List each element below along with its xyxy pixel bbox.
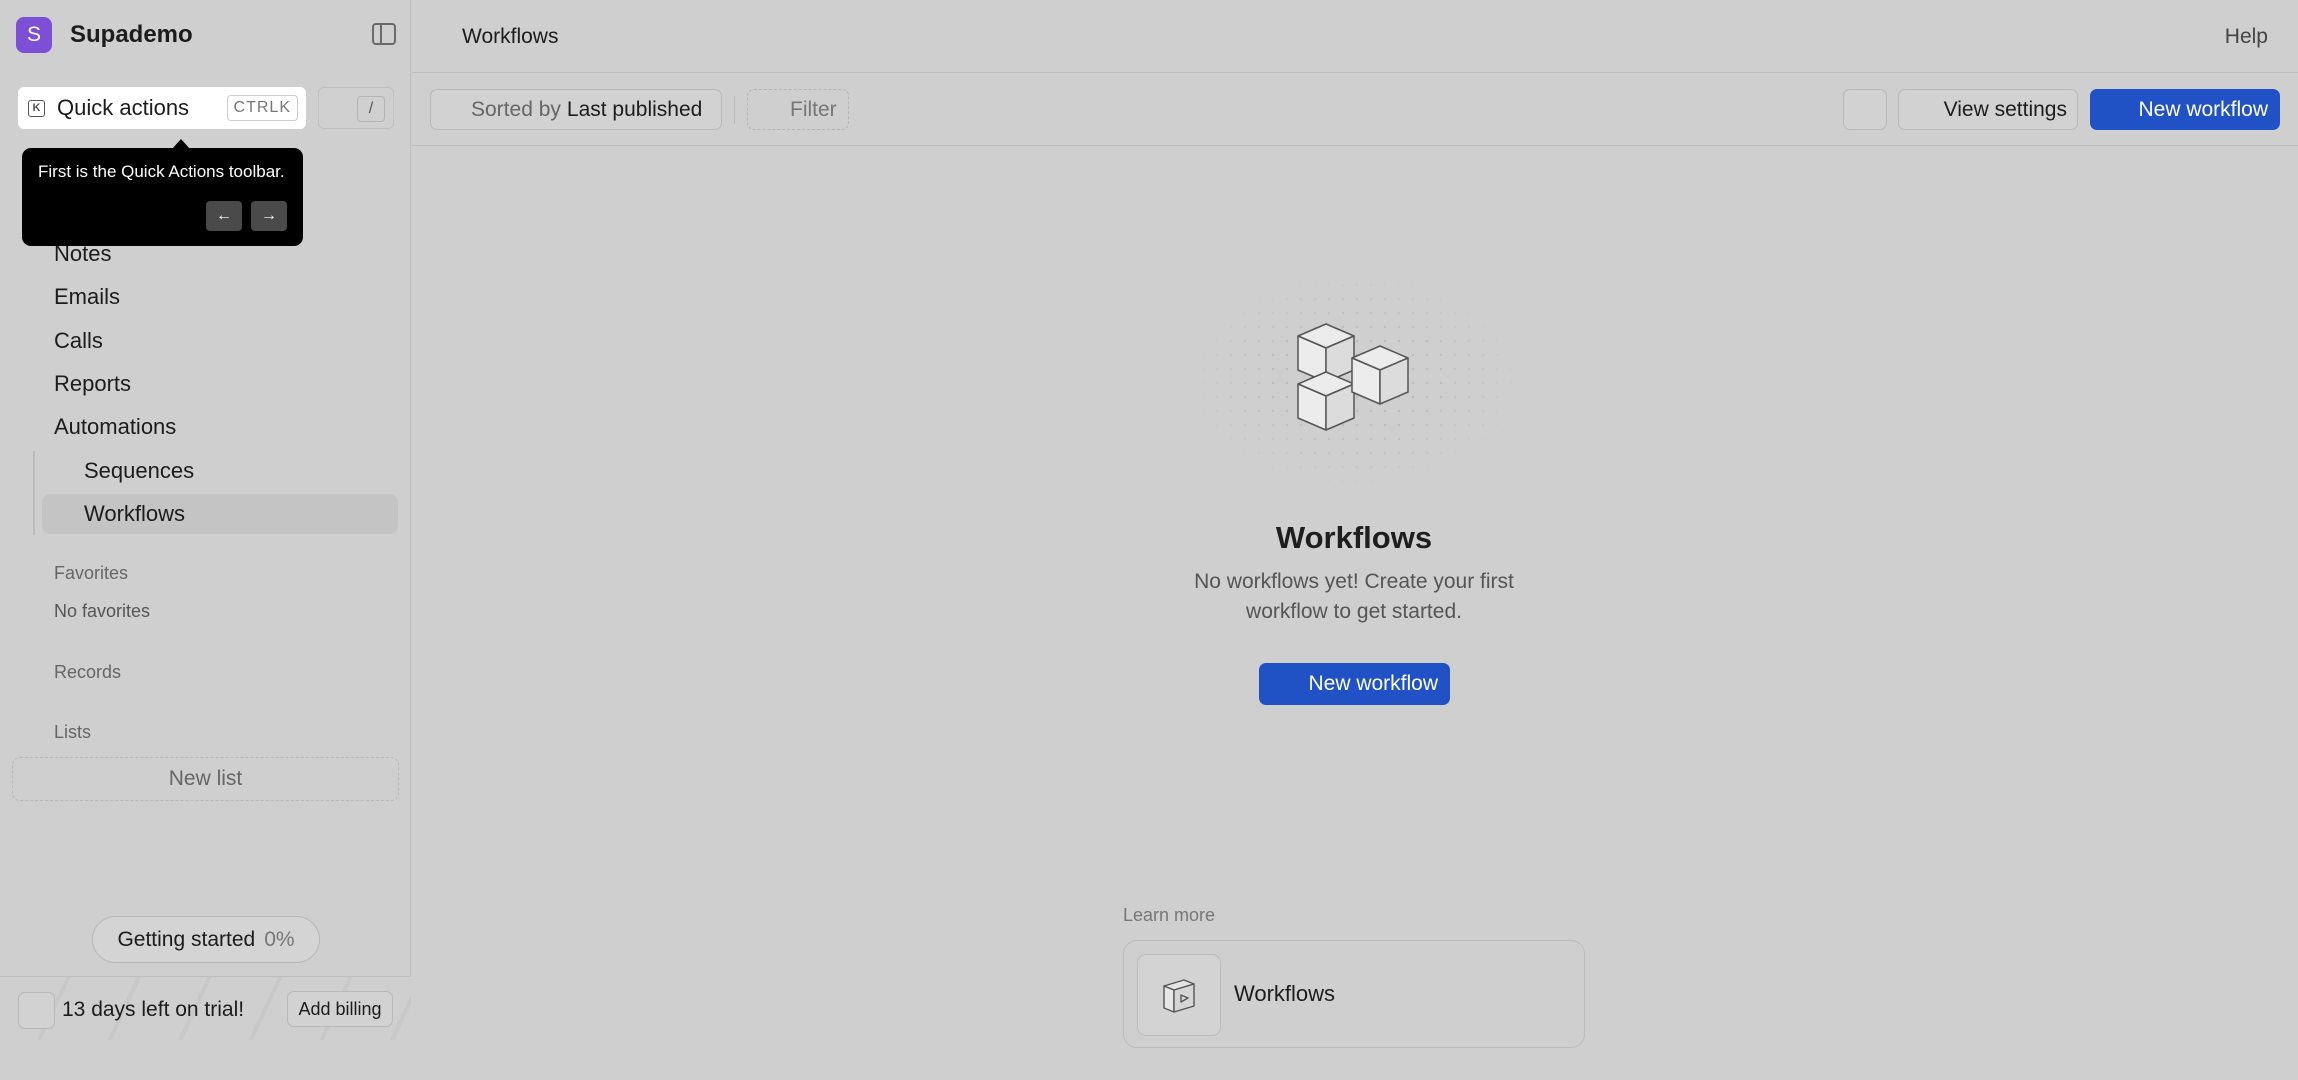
onboarding-tooltip: First is the Quick Actions toolbar. ← → (22, 139, 303, 246)
sort-value: Last published (566, 97, 703, 121)
quick-actions-button[interactable]: K Quick actions CTRLK (18, 87, 306, 129)
trial-banner: 13 days left on trial! Add billing (0, 976, 411, 1040)
empty-state-description: No workflows yet! Create your first work… (1194, 570, 1514, 623)
new-workflow-button[interactable]: New workflow (2090, 89, 2280, 130)
filter-button[interactable]: Filter (747, 89, 849, 130)
workspace-name: Supademo (70, 21, 193, 48)
toolbar-divider (734, 96, 735, 124)
workspace-logo: S (16, 17, 52, 53)
learn-more-card[interactable]: Workflows (1123, 940, 1585, 1048)
add-billing-button[interactable]: Add billing (287, 991, 393, 1027)
nav-item-sequences[interactable]: Sequences (84, 458, 194, 484)
workflow-doc-icon (1137, 954, 1221, 1036)
lists-heading[interactable]: Lists (54, 722, 91, 743)
tooltip-text: First is the Quick Actions toolbar. (38, 162, 285, 181)
nav-item-emails[interactable]: Emails (54, 284, 120, 310)
workspace-switcher[interactable]: S Supademo (16, 17, 396, 53)
slash-key: / (357, 96, 385, 122)
favorites-heading: Favorites (54, 563, 129, 583)
nav-item-reports[interactable]: Reports (54, 371, 131, 397)
getting-started-label: Getting started (117, 927, 256, 951)
sort-button[interactable]: Sorted by Last published (430, 89, 722, 130)
view-settings-button[interactable]: View settings (1898, 89, 2078, 130)
cubes-icon (1297, 323, 1409, 431)
sidebar-toggle-icon[interactable] (372, 23, 396, 45)
nav-item-calls[interactable]: Calls (54, 328, 103, 354)
tooltip-next-button[interactable]: → (251, 201, 287, 231)
trial-icon (18, 992, 55, 1029)
quick-actions-shortcut: CTRLK (226, 95, 298, 121)
search-shortcut-button[interactable]: / (318, 87, 394, 129)
tooltip-prev-button[interactable]: ← (206, 201, 242, 231)
top-bar: Workflows Help (412, 0, 2298, 73)
subnav-line (33, 451, 35, 535)
getting-started-percent: 0% (264, 927, 295, 951)
learn-card-title: Workflows (1234, 981, 1336, 1006)
command-icon: K (28, 99, 45, 117)
getting-started-button[interactable]: Getting started 0% (92, 916, 320, 963)
trial-text: 13 days left on trial! (62, 998, 245, 1021)
learn-more-heading: Learn more (1123, 905, 1216, 925)
help-link[interactable]: Help (2225, 25, 2268, 49)
sidebar: S Supademo K Quick actions CTRLK / First… (0, 0, 411, 1040)
no-favorites-text: No favorites (54, 601, 151, 621)
quick-actions-label: Quick actions (57, 95, 190, 120)
nav-item-workflows[interactable]: Workflows (84, 501, 185, 527)
view-toolbar: Sorted by Last published Filter View set… (412, 74, 2298, 146)
empty-state-title: Workflows (1275, 520, 1433, 555)
new-list-button[interactable]: New list (12, 757, 399, 801)
records-heading[interactable]: Records (54, 662, 121, 683)
empty-state-new-workflow-button[interactable]: New workflow (1259, 663, 1450, 705)
nav-item-automations[interactable]: Automations (54, 414, 176, 440)
sort-prefix: Sorted by (471, 97, 561, 121)
toolbar-icon-button[interactable] (1843, 89, 1887, 130)
page-title: Workflows (462, 25, 559, 48)
